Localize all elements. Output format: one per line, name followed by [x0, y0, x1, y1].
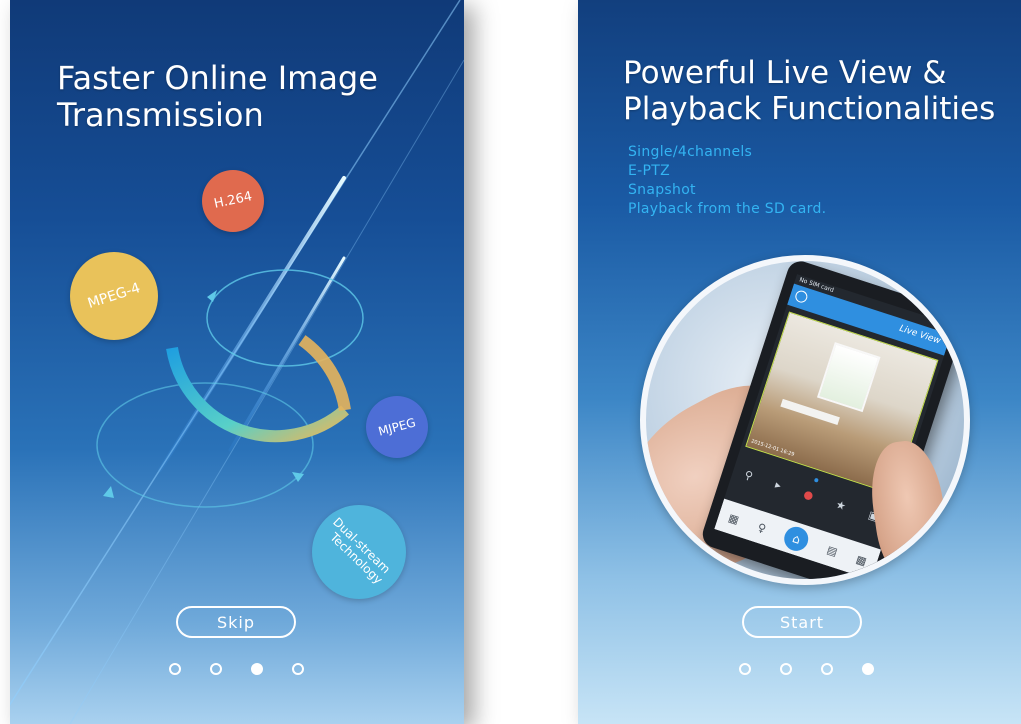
page-indicator	[739, 663, 874, 675]
microphone-icon: ●	[801, 487, 816, 503]
onboarding-slide-live-view: Powerful Live View & Playback Functional…	[578, 0, 1021, 724]
page-dot[interactable]	[169, 663, 181, 675]
page-dot[interactable]	[210, 663, 222, 675]
orbit-ring	[206, 269, 364, 367]
page-dot-active[interactable]	[251, 663, 263, 675]
page-dot[interactable]	[292, 663, 304, 675]
bubble-label: Dual-stream Technology	[319, 515, 398, 587]
camera-icon: ▩	[854, 552, 869, 568]
slide-title: Faster Online Image Transmission	[57, 59, 378, 134]
gallery-icon: ▦	[726, 510, 741, 527]
menu-icon	[793, 289, 809, 305]
codec-bubble-h264: H.264	[202, 170, 264, 232]
phone-page-dot	[813, 477, 819, 483]
page-dot[interactable]	[821, 663, 833, 675]
zoom-icon: ⚲	[742, 468, 755, 483]
page-dot[interactable]	[780, 663, 792, 675]
slide-title: Powerful Live View & Playback Functional…	[623, 55, 996, 127]
page-dot-active[interactable]	[862, 663, 874, 675]
speaker-icon: ▸	[773, 478, 783, 493]
start-button[interactable]: Start	[742, 606, 862, 638]
phone-photo-circle: No SIM card Live View 2015-12-01 16:29 ⚲…	[640, 255, 970, 585]
onboarding-slide-transmission: Faster Online Image Transmission H.264 M…	[10, 0, 464, 724]
feature-bubble-dual-stream: Dual-stream Technology	[312, 505, 406, 599]
bubble-label: H.264	[212, 189, 254, 212]
room-window	[816, 342, 881, 413]
feature-item: Single/4channels	[628, 144, 753, 160]
orbit-arrow-icon	[103, 486, 114, 498]
skip-button[interactable]: Skip	[176, 606, 296, 638]
codec-bubble-mjpeg: MJPEG	[366, 396, 428, 458]
page-indicator	[169, 663, 304, 675]
feature-list: Single/4channels E-PTZ Snapshot Playback…	[628, 143, 826, 219]
room-table	[780, 398, 840, 426]
camera-timestamp: 2015-12-01 16:29	[750, 438, 795, 458]
home-icon: ⌂	[781, 523, 812, 555]
bubble-label: MJPEG	[376, 415, 418, 439]
feature-item: E-PTZ	[628, 163, 670, 179]
transmission-arc-tail	[298, 335, 351, 412]
feature-item: Snapshot	[628, 182, 696, 198]
feature-item: Playback from the SD card.	[628, 201, 827, 217]
person-icon: ♀	[756, 520, 768, 536]
page-dot[interactable]	[739, 663, 751, 675]
star-icon: ★	[834, 497, 848, 514]
codec-bubble-mpeg4: MPEG-4	[70, 252, 158, 340]
app-screen-title: Live View	[897, 323, 942, 347]
bubble-label: MPEG-4	[85, 280, 143, 312]
list-icon: ▤	[825, 542, 840, 559]
